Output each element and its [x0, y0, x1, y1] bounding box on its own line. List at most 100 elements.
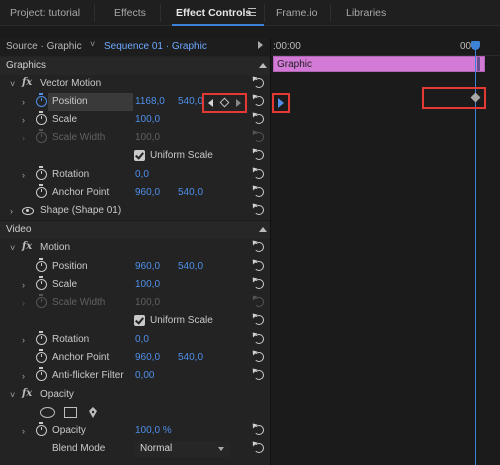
vid-position-x[interactable]: 960,0: [135, 261, 160, 272]
gfx-scale-width-label: Scale Width: [52, 132, 106, 143]
anti-flicker-value[interactable]: 0,00: [135, 370, 154, 381]
vid-position-y[interactable]: 540,0: [178, 261, 203, 272]
twirl-closed-icon[interactable]: ›: [22, 426, 25, 436]
twirl-closed-icon[interactable]: ›: [22, 170, 25, 180]
opacity-value[interactable]: 100,0 %: [135, 425, 172, 436]
gfx-scale-label: Scale: [52, 114, 78, 125]
panel-tab-bar: Project: tutorial Effects Effect Control…: [0, 0, 500, 26]
reset-icon[interactable]: [254, 370, 264, 380]
twirl-closed-icon[interactable]: ›: [22, 115, 25, 125]
vid-anchor-point-x[interactable]: 960,0: [135, 352, 160, 363]
previous-keyframe-icon[interactable]: [208, 99, 213, 107]
reset-icon[interactable]: [254, 352, 264, 362]
rectangle-mask-icon[interactable]: [64, 407, 77, 418]
tab-libraries[interactable]: Libraries: [346, 7, 386, 19]
vid-anchor-point-row: Anchor Point 960,0 540,0: [0, 349, 270, 367]
stopwatch-icon[interactable]: [36, 349, 47, 363]
reset-icon[interactable]: [254, 169, 264, 179]
stopwatch-icon[interactable]: [36, 422, 47, 436]
tab-effect-controls[interactable]: Effect Controls: [176, 7, 251, 19]
add-keyframe-icon[interactable]: [219, 97, 230, 108]
fx-toggle-icon[interactable]: fx: [22, 241, 32, 252]
collapse-icon[interactable]: [259, 227, 267, 232]
anti-flicker-row: › Anti-flicker Filter 0,00: [0, 367, 270, 385]
eye-icon[interactable]: [22, 207, 34, 215]
twirl-open-icon[interactable]: ˅: [10, 390, 15, 400]
playhead-handle[interactable]: [471, 41, 480, 50]
stopwatch-icon[interactable]: [36, 331, 47, 345]
ellipse-mask-icon[interactable]: [40, 407, 55, 418]
twirl-open-icon[interactable]: ˅: [10, 243, 15, 253]
reset-icon[interactable]: [254, 443, 264, 453]
vid-anchor-point-y[interactable]: 540,0: [178, 352, 203, 363]
vid-scale-width-row: › Scale Width 100,0: [0, 294, 270, 312]
motion-label: Motion: [40, 242, 71, 253]
anti-flicker-label: Anti-flicker Filter: [52, 370, 124, 381]
twirl-closed-icon[interactable]: ›: [22, 371, 25, 381]
reset-icon[interactable]: [254, 114, 264, 124]
gfx-position-y[interactable]: 540,0: [178, 96, 203, 107]
go-to-keyframe-marker: [272, 93, 290, 113]
reset-icon[interactable]: [254, 205, 264, 215]
gfx-anchor-point-y[interactable]: 540,0: [178, 187, 203, 198]
gfx-position-label: Position: [52, 96, 88, 107]
stopwatch-icon[interactable]: [36, 166, 47, 180]
reset-icon[interactable]: [254, 150, 264, 160]
tab-effects[interactable]: Effects: [114, 7, 146, 19]
twirl-closed-icon[interactable]: ›: [22, 97, 25, 107]
reset-icon[interactable]: [254, 425, 264, 435]
time-start-label: :00:00: [273, 41, 301, 52]
expand-timeline-icon[interactable]: [258, 41, 263, 49]
uniform-scale-checkbox[interactable]: [134, 150, 145, 161]
opacity-row: › Opacity 100,0 %: [0, 422, 270, 440]
reset-icon[interactable]: [254, 261, 264, 271]
clip-end-handle[interactable]: [477, 57, 480, 71]
chevron-down-icon[interactable]: ˅: [90, 39, 95, 49]
reset-icon[interactable]: [254, 242, 264, 252]
reset-icon[interactable]: [254, 315, 264, 325]
graphic-clip[interactable]: Graphic: [273, 56, 485, 72]
sequence-selector[interactable]: Sequence 01 · Graphic: [104, 41, 207, 52]
reset-icon: [254, 132, 264, 142]
graphics-section-header[interactable]: Graphics: [0, 57, 270, 75]
keyframe-highlight: [422, 87, 486, 109]
reset-icon[interactable]: [254, 187, 264, 197]
uniform-scale-checkbox[interactable]: [134, 315, 145, 326]
stopwatch-icon[interactable]: [36, 93, 47, 107]
reset-icon[interactable]: [254, 96, 264, 106]
reset-icon[interactable]: [254, 334, 264, 344]
gfx-scale-width-value: 100,0: [135, 132, 161, 143]
time-ruler[interactable]: :00:00 00:0: [271, 38, 500, 56]
stopwatch-icon[interactable]: [36, 276, 47, 290]
next-keyframe-icon[interactable]: [236, 99, 241, 107]
video-section-label: Video: [6, 224, 32, 235]
gfx-anchor-point-x[interactable]: 960,0: [135, 187, 160, 198]
vid-rotation-value[interactable]: 0,0: [135, 334, 149, 345]
vid-scale-value[interactable]: 100,0: [135, 279, 160, 290]
fx-toggle-icon[interactable]: fx: [22, 77, 32, 88]
reset-icon[interactable]: [254, 279, 264, 289]
stopwatch-icon[interactable]: [36, 111, 47, 125]
pen-mask-icon[interactable]: [87, 406, 99, 419]
tab-frameio[interactable]: Frame.io: [276, 7, 317, 19]
twirl-closed-icon[interactable]: ›: [10, 206, 13, 216]
stopwatch-icon[interactable]: [36, 258, 47, 272]
gfx-scale-value[interactable]: 100,0: [135, 114, 160, 125]
video-section-header[interactable]: Video: [0, 221, 270, 239]
twirl-closed-icon[interactable]: ›: [22, 335, 25, 345]
stopwatch-icon[interactable]: [36, 367, 47, 381]
gfx-position-x[interactable]: 1168,0: [135, 96, 165, 107]
stopwatch-icon[interactable]: [36, 184, 47, 198]
collapse-icon[interactable]: [259, 63, 267, 68]
reset-icon[interactable]: [254, 78, 264, 88]
gfx-rotation-value[interactable]: 0,0: [135, 169, 149, 180]
blend-mode-dropdown[interactable]: Normal: [134, 441, 230, 457]
fx-toggle-icon[interactable]: fx: [22, 388, 32, 399]
tab-project[interactable]: Project: tutorial: [10, 7, 80, 19]
keyframe-diamond-icon[interactable]: [470, 92, 481, 103]
twirl-open-icon[interactable]: ˅: [10, 79, 15, 89]
gfx-anchor-point-row: Anchor Point 960,0 540,0: [0, 184, 270, 202]
keyframe-start-icon[interactable]: [278, 98, 284, 108]
panel-menu-icon[interactable]: [248, 8, 256, 16]
twirl-closed-icon[interactable]: ›: [22, 280, 25, 290]
